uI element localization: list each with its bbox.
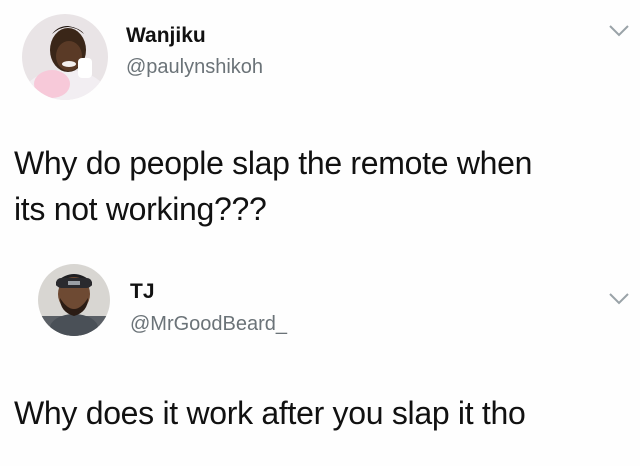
display-name[interactable]: TJ	[130, 280, 155, 304]
tweet-reply: TJ @MrGoodBeard_ Why does it work after …	[0, 256, 640, 466]
tweet-original: Wanjiku @paulynshikoh Why do people slap…	[0, 0, 640, 256]
tweet-text-line: its not working???	[14, 191, 267, 227]
profile-photo-icon	[38, 264, 110, 336]
tweet-text: Why do people slap the remote when its n…	[14, 140, 634, 232]
avatar-tj[interactable]	[38, 264, 110, 336]
profile-photo-icon	[22, 14, 108, 100]
tweet-text: Why does it work after you slap it tho	[14, 395, 526, 431]
user-handle[interactable]: @MrGoodBeard_	[130, 313, 287, 336]
chevron-down-icon[interactable]	[608, 292, 630, 306]
display-name[interactable]: Wanjiku	[126, 24, 206, 48]
avatar-wanjiku[interactable]	[22, 14, 108, 100]
tweet-text-line: Why do people slap the remote when	[14, 145, 533, 181]
user-handle[interactable]: @paulynshikoh	[126, 56, 263, 79]
chevron-down-icon[interactable]	[608, 24, 630, 38]
tweet-thread: Wanjiku @paulynshikoh Why do people slap…	[0, 0, 640, 466]
